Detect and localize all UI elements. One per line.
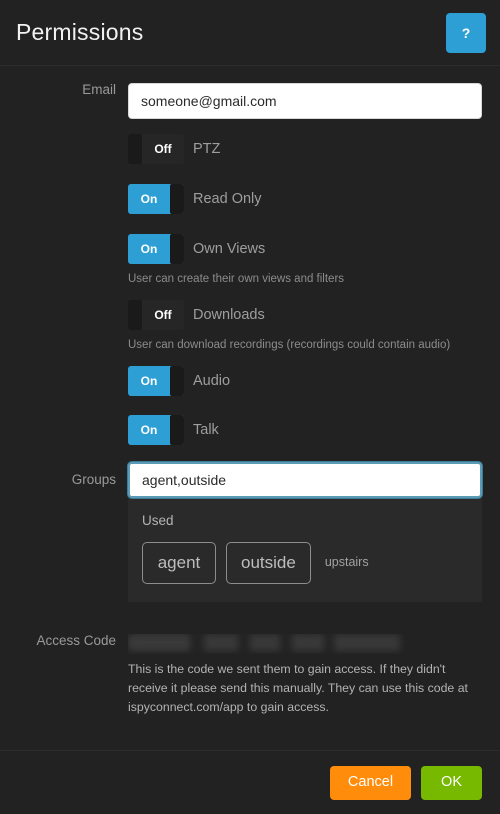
groups-row: Groups Used agent outside upstairs [0,462,500,602]
toggle-state-audio: On [140,374,158,388]
toggle-knob-icon [170,234,184,264]
group-chip-list: agent outside upstairs [142,541,468,584]
toggle-audio[interactable]: On [128,366,184,396]
dialog-body: Email Off PTZ [0,66,500,750]
group-chip-upstairs[interactable]: upstairs [321,556,369,569]
toggle-talk[interactable]: On [128,415,184,445]
toggle-label-own-views: Own Views [193,240,266,257]
permission-row-audio: On Audio [0,366,500,396]
ok-button[interactable]: OK [421,765,482,800]
email-field[interactable] [128,83,482,119]
permission-row-read-only: On Read Only [0,184,500,214]
dialog-header: Permissions ? [0,0,500,66]
hint-own-views: User can create their own views and filt… [128,273,345,285]
used-title: Used [142,513,174,528]
toggle-state-talk: On [140,423,158,437]
toggle-ptz[interactable]: Off [128,134,184,164]
page-title: Permissions [16,19,144,45]
toggle-state-read-only: On [140,192,158,206]
toggle-label-downloads: Downloads [193,306,265,323]
permission-row-talk: On Talk [0,415,500,445]
access-code-label: Access Code [36,633,116,648]
permission-row-downloads: Off Downloads User can download recordin… [0,300,500,354]
toggle-label-ptz: PTZ [193,140,221,157]
toggle-knob-icon [170,366,184,396]
access-code-redacted [128,634,400,651]
cancel-button[interactable]: Cancel [329,765,412,800]
permissions-dialog: Permissions ? Email Off PTZ [0,0,500,814]
toggle-knob-icon [128,300,142,330]
toggle-state-own-views: On [140,242,158,256]
toggle-own-views[interactable]: On [128,234,184,264]
dialog-footer: Cancel OK [0,750,500,814]
groups-used-panel: Used agent outside upstairs [128,498,482,602]
group-chip-outside[interactable]: outside [226,541,311,584]
email-label: Email [82,82,116,97]
email-row: Email [0,83,500,119]
toggle-state-ptz: Off [154,142,172,156]
toggle-state-downloads: Off [154,308,172,322]
permission-row-own-views: On Own Views User can create their own v… [0,234,500,288]
access-code-hint: This is the code we sent them to gain ac… [128,662,468,715]
groups-input[interactable] [128,462,482,498]
access-code-value [128,634,482,654]
toggle-label-audio: Audio [193,372,231,389]
help-icon[interactable]: ? [446,12,486,53]
permission-row-ptz: Off PTZ [0,134,500,164]
toggle-read-only[interactable]: On [128,184,184,214]
toggle-label-read-only: Read Only [193,190,262,207]
groups-label: Groups [71,472,116,487]
access-code-row: Access Code This is the code we sent the… [0,634,500,717]
toggle-label-talk: Talk [193,421,219,438]
toggle-knob-icon [170,415,184,445]
hint-downloads: User can download recordings (recordings… [128,339,451,351]
toggle-knob-icon [128,134,142,164]
group-chip-agent[interactable]: agent [142,541,216,584]
toggle-knob-icon [170,184,184,214]
toggle-downloads[interactable]: Off [128,300,184,330]
